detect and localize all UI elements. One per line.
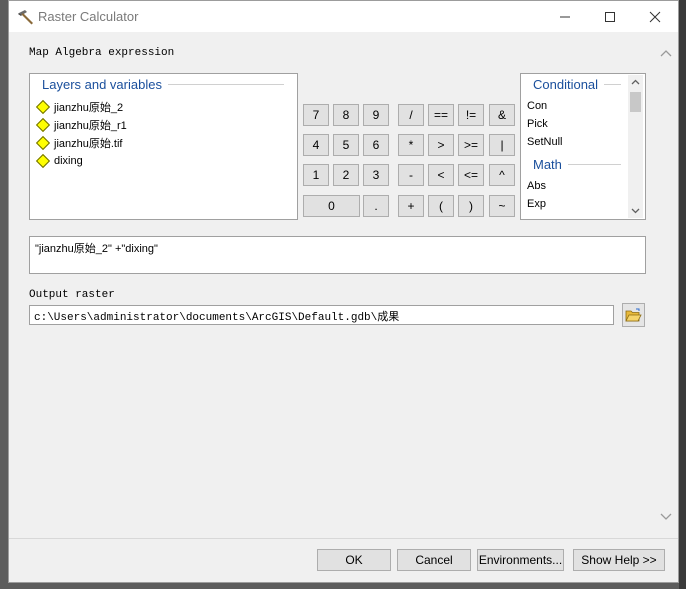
key-7[interactable]: 7 bbox=[303, 104, 329, 126]
chevron-up-icon[interactable] bbox=[660, 49, 672, 58]
functions-scrollbar[interactable] bbox=[628, 75, 643, 218]
key-close-paren[interactable]: ) bbox=[458, 195, 484, 217]
output-raster-input[interactable]: c:\Users\administrator\documents\ArcGIS\… bbox=[29, 305, 614, 325]
key-and[interactable]: & bbox=[489, 104, 515, 126]
raster-layer-icon bbox=[35, 99, 51, 115]
function-item-abs[interactable]: Abs bbox=[527, 180, 546, 192]
functions-scroll-thumb[interactable] bbox=[630, 92, 641, 112]
conditional-title: Conditional bbox=[533, 77, 599, 92]
conditional-title-divider bbox=[604, 84, 621, 85]
key-4[interactable]: 4 bbox=[303, 134, 329, 156]
key-minus[interactable]: - bbox=[398, 164, 424, 186]
key-2[interactable]: 2 bbox=[333, 164, 359, 186]
key-equal[interactable]: == bbox=[428, 104, 454, 126]
layer-item[interactable]: dixing bbox=[35, 152, 83, 170]
math-title: Math bbox=[533, 157, 562, 172]
chevron-up-icon[interactable] bbox=[631, 78, 640, 87]
layer-item[interactable]: jianzhu原始_r1 bbox=[35, 116, 127, 134]
title-bar: Raster Calculator bbox=[9, 1, 678, 32]
key-open-paren[interactable]: ( bbox=[428, 195, 454, 217]
raster-layer-icon bbox=[35, 135, 51, 151]
layer-item[interactable]: jianzhu原始.tif bbox=[35, 134, 123, 152]
background-strip bbox=[679, 0, 686, 589]
key-or[interactable]: | bbox=[489, 134, 515, 156]
key-greater[interactable]: > bbox=[428, 134, 454, 156]
key-5[interactable]: 5 bbox=[333, 134, 359, 156]
dialog-content: Map Algebra expression Layers and variab… bbox=[9, 32, 678, 538]
key-not[interactable]: ~ bbox=[489, 195, 515, 217]
browse-button[interactable] bbox=[622, 303, 645, 327]
key-0[interactable]: 0 bbox=[303, 195, 360, 217]
output-raster-label: Output raster bbox=[29, 289, 115, 301]
close-icon bbox=[649, 11, 661, 22]
raster-calculator-window: Raster Calculator Map Algebra expression… bbox=[8, 0, 679, 583]
maximize-button[interactable] bbox=[587, 1, 633, 32]
key-8[interactable]: 8 bbox=[333, 104, 359, 126]
dialog-footer: OK Cancel Environments... Show Help >> bbox=[9, 538, 678, 582]
ok-button[interactable]: OK bbox=[317, 549, 391, 571]
layer-item-label: jianzhu原始_r1 bbox=[54, 120, 127, 132]
maximize-icon bbox=[605, 11, 615, 22]
cancel-button[interactable]: Cancel bbox=[397, 549, 471, 571]
key-decimal[interactable]: . bbox=[363, 195, 389, 217]
expression-textbox[interactable]: "jianzhu原始_2" +"dixing" bbox=[29, 236, 646, 274]
math-title-row: Math bbox=[533, 157, 621, 172]
key-not-equal[interactable]: != bbox=[458, 104, 484, 126]
layer-item-label: jianzhu原始.tif bbox=[54, 138, 123, 150]
key-greater-equal[interactable]: >= bbox=[458, 134, 484, 156]
function-item-exp[interactable]: Exp bbox=[527, 198, 546, 210]
key-3[interactable]: 3 bbox=[363, 164, 389, 186]
key-divide[interactable]: / bbox=[398, 104, 424, 126]
key-less[interactable]: < bbox=[428, 164, 454, 186]
layers-title-divider bbox=[167, 84, 284, 85]
key-6[interactable]: 6 bbox=[363, 134, 389, 156]
hammer-icon bbox=[18, 10, 33, 25]
conditional-title-row: Conditional bbox=[533, 77, 621, 92]
map-algebra-label: Map Algebra expression bbox=[29, 47, 175, 59]
layer-item-label: jianzhu原始_2 bbox=[54, 102, 124, 114]
open-folder-icon bbox=[625, 308, 642, 321]
raster-layer-icon bbox=[35, 153, 51, 169]
raster-layer-icon bbox=[35, 117, 51, 133]
function-item-pick[interactable]: Pick bbox=[527, 118, 548, 130]
close-button[interactable] bbox=[632, 1, 678, 32]
environments-button[interactable]: Environments... bbox=[477, 549, 564, 571]
function-item-setnull[interactable]: SetNull bbox=[527, 136, 562, 148]
minimize-icon bbox=[560, 16, 570, 17]
window-title: Raster Calculator bbox=[38, 9, 139, 24]
functions-list[interactable]: Conditional Con Pick SetNull Math Abs Ex… bbox=[520, 73, 646, 220]
key-less-equal[interactable]: <= bbox=[458, 164, 484, 186]
layer-item[interactable]: jianzhu原始_2 bbox=[35, 98, 124, 116]
layer-item-label: dixing bbox=[54, 155, 83, 167]
show-help-button[interactable]: Show Help >> bbox=[573, 549, 665, 571]
key-9[interactable]: 9 bbox=[363, 104, 389, 126]
layers-list[interactable]: Layers and variables jianzhu原始_2 jianzhu… bbox=[29, 73, 298, 220]
dialog-scrollbar[interactable] bbox=[657, 39, 674, 529]
minimize-button[interactable] bbox=[542, 1, 588, 32]
key-multiply[interactable]: * bbox=[398, 134, 424, 156]
key-1[interactable]: 1 bbox=[303, 164, 329, 186]
expression-text: "jianzhu原始_2" +"dixing" bbox=[35, 243, 158, 255]
layers-title-row: Layers and variables bbox=[42, 77, 284, 92]
function-item-con[interactable]: Con bbox=[527, 100, 547, 112]
key-xor[interactable]: ^ bbox=[489, 164, 515, 186]
math-title-divider bbox=[567, 164, 621, 165]
key-plus[interactable]: + bbox=[398, 195, 424, 217]
chevron-down-icon[interactable] bbox=[660, 512, 672, 521]
chevron-down-icon[interactable] bbox=[631, 206, 640, 215]
layers-title: Layers and variables bbox=[42, 77, 162, 92]
